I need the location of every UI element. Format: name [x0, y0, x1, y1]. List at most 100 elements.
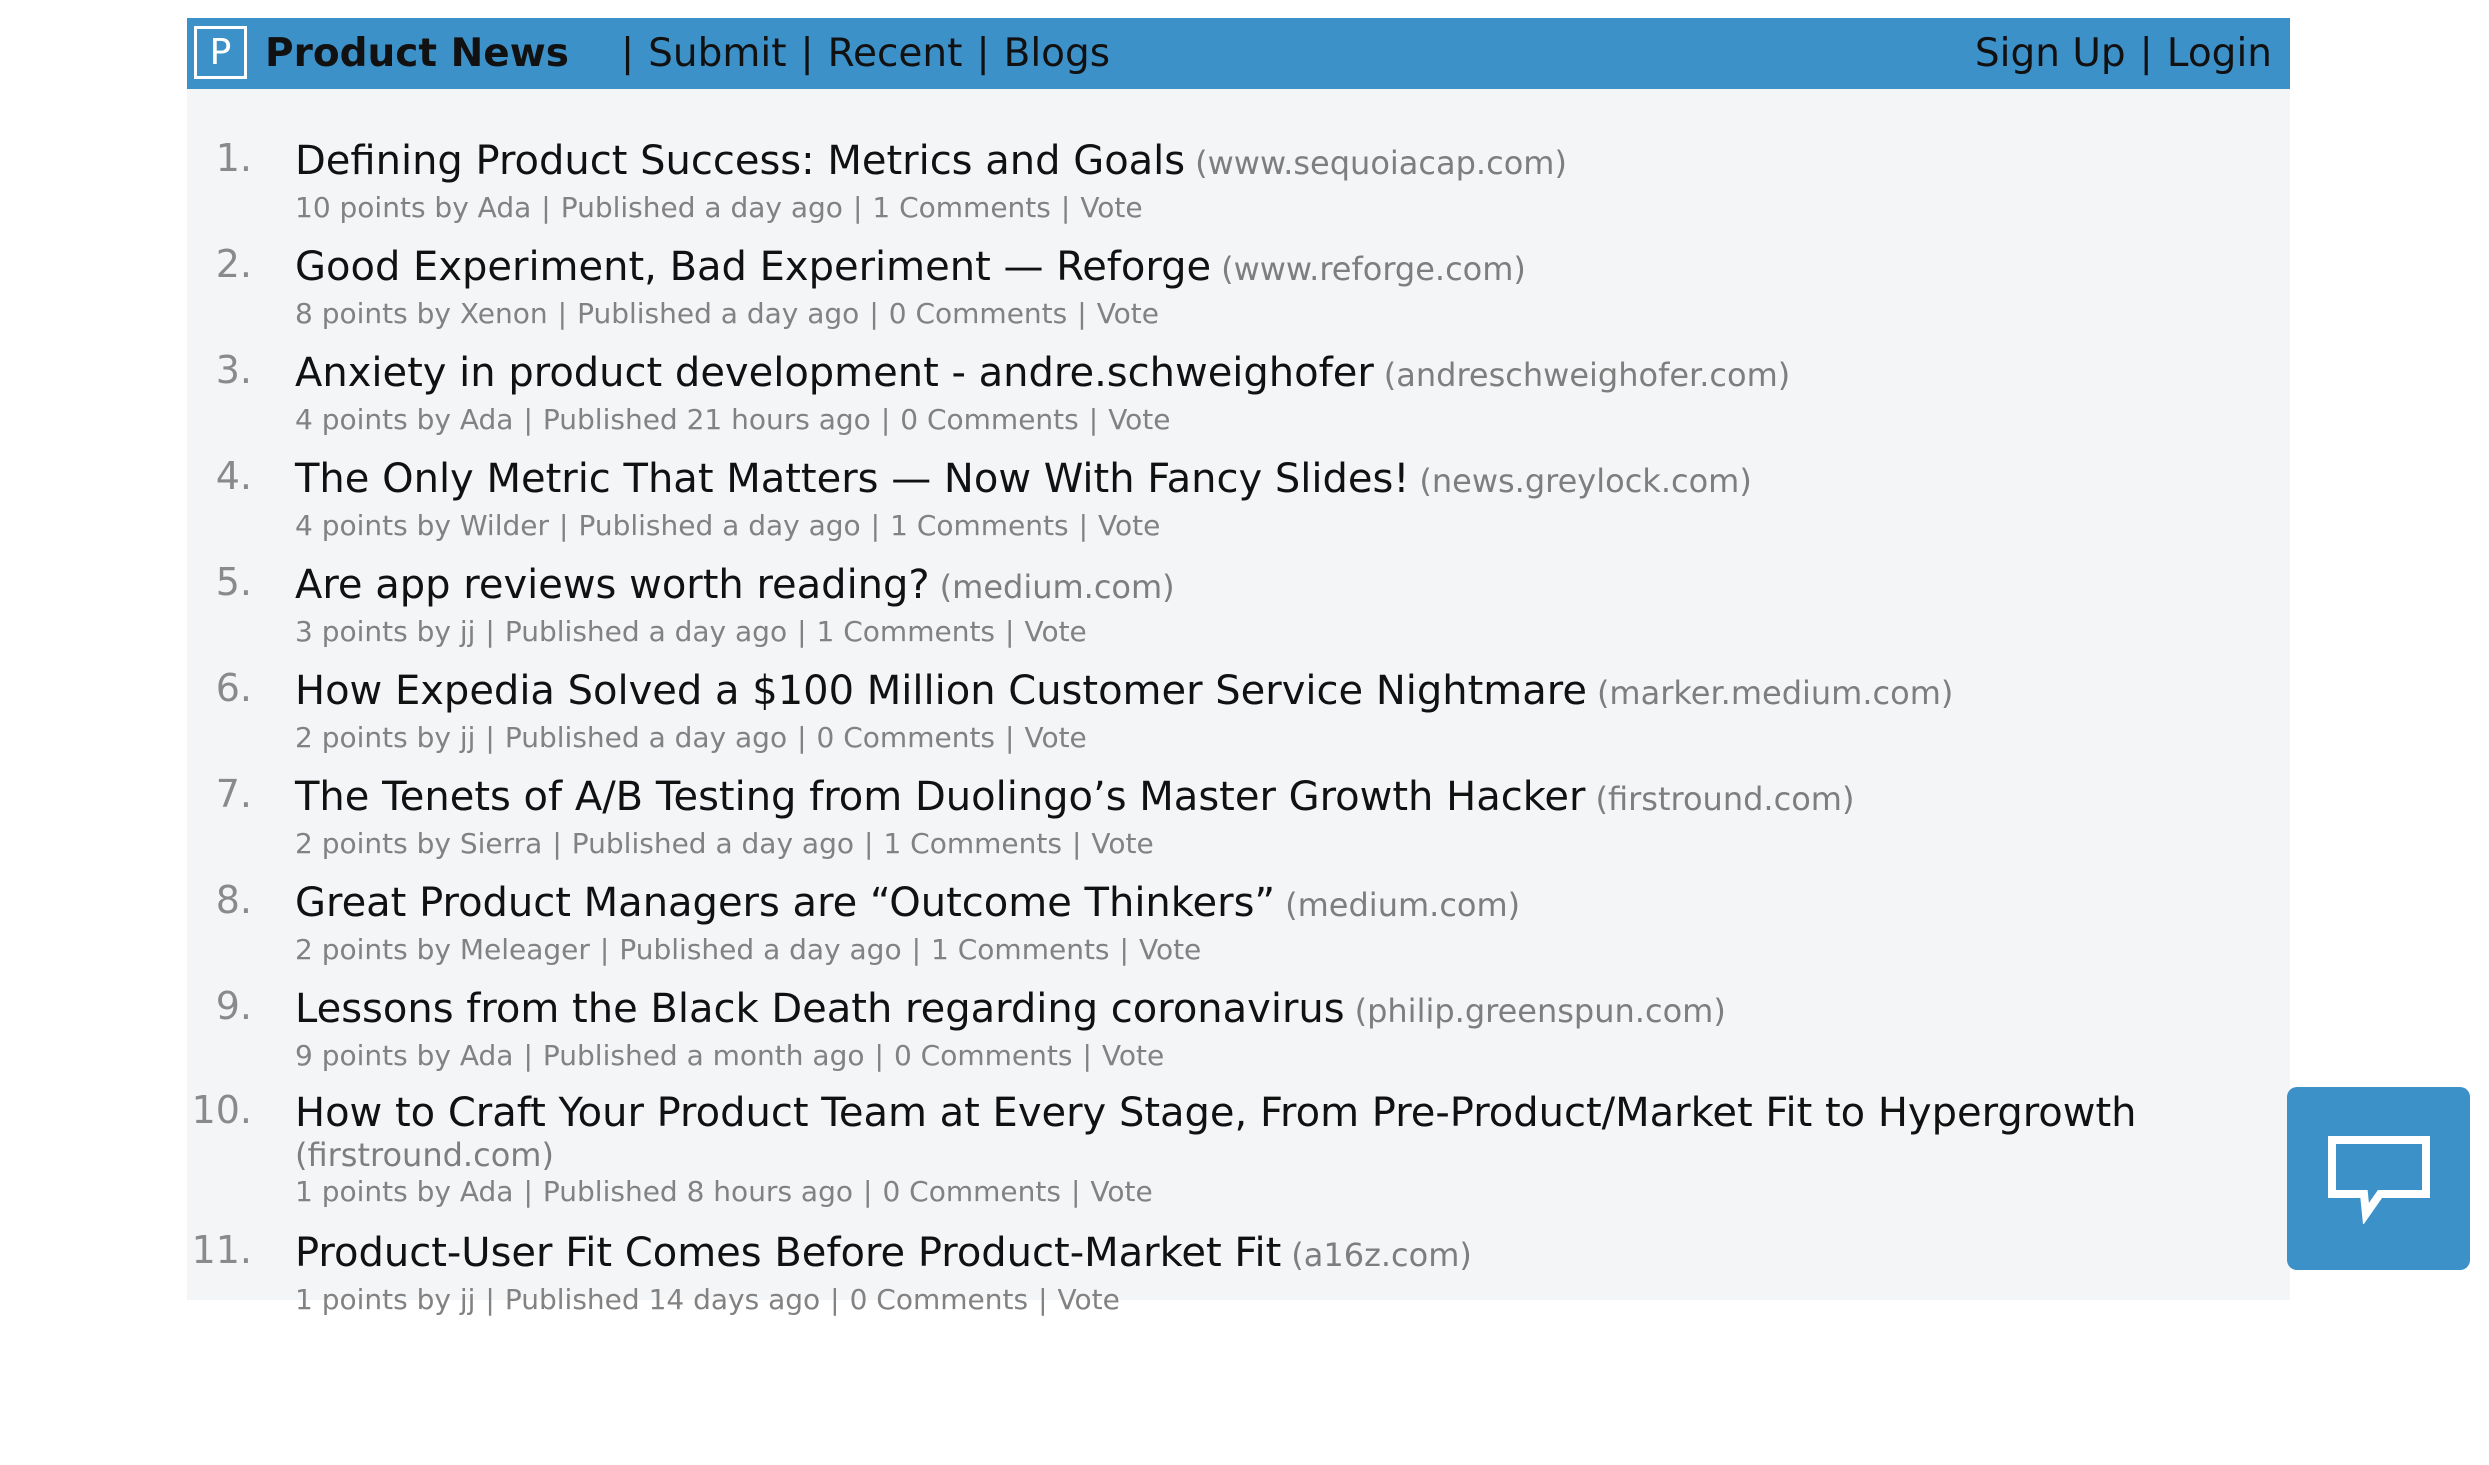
story-domain[interactable]: (www.sequoiacap.com) — [1195, 144, 1567, 182]
story-vote-link[interactable]: Vote — [1080, 191, 1142, 224]
meta-separator: | — [1078, 509, 1089, 542]
story-vote-link[interactable]: Vote — [1139, 933, 1201, 966]
meta-separator: | — [1077, 297, 1087, 330]
story-domain[interactable]: (www.reforge.com) — [1221, 250, 1526, 288]
chat-widget-button[interactable] — [2287, 1087, 2470, 1270]
nav-login[interactable]: Login — [2167, 31, 2272, 76]
nav-sign-up[interactable]: Sign Up — [1975, 31, 2126, 76]
meta-separator: | — [797, 721, 807, 754]
nav-separator: | — [2139, 31, 2153, 76]
logo-icon[interactable]: P — [194, 26, 247, 79]
story-rank: 4. — [215, 454, 252, 498]
nav-separator: | — [976, 31, 990, 76]
nav-blogs[interactable]: Blogs — [1004, 31, 1111, 76]
meta-separator: | — [485, 615, 495, 648]
meta-separator: | — [864, 827, 874, 860]
story-title-link[interactable]: Good Experiment, Bad Experiment — Reforg… — [295, 244, 1211, 290]
story-comments-link[interactable]: 0 Comments — [900, 403, 1079, 436]
story-title-link[interactable]: The Only Metric That Matters — Now With … — [295, 456, 1409, 502]
story-title-link[interactable]: Great Product Managers are “Outcome Thin… — [295, 880, 1275, 926]
story-points: 9 points by Ada — [295, 1039, 514, 1072]
story-vote-link[interactable]: Vote — [1097, 297, 1159, 330]
story-published: Published a day ago — [578, 509, 861, 542]
story-title-link[interactable]: How Expedia Solved a $100 Million Custom… — [295, 668, 1587, 714]
nav-separator: | — [621, 31, 635, 76]
meta-separator: | — [1071, 827, 1082, 860]
story-comments-link[interactable]: 1 Comments — [931, 933, 1110, 966]
story-comments-link[interactable]: 0 Comments — [882, 1175, 1061, 1208]
meta-separator: | — [863, 1175, 873, 1208]
story-comments-link[interactable]: 1 Comments — [872, 191, 1051, 224]
story-rank: 3. — [215, 348, 252, 392]
meta-separator: | — [870, 509, 881, 542]
story-comments-link[interactable]: 0 Comments — [817, 721, 996, 754]
story-title-link[interactable]: Are app reviews worth reading? — [295, 562, 930, 608]
meta-separator: | — [552, 827, 562, 860]
story-points: 2 points by Sierra — [295, 827, 543, 860]
story-points: 4 points by Wilder — [295, 509, 549, 542]
story-vote-link[interactable]: Vote — [1024, 721, 1086, 754]
story-domain[interactable]: (medium.com) — [940, 568, 1175, 606]
meta-separator: | — [523, 403, 533, 436]
story-published: Published a day ago — [560, 191, 843, 224]
story-comments-link[interactable]: 0 Comments — [850, 1283, 1029, 1316]
story-vote-link[interactable]: Vote — [1091, 827, 1153, 860]
meta-separator: | — [797, 615, 807, 648]
story-rank: 10. — [191, 1088, 252, 1132]
story-domain[interactable]: (firstround.com) — [295, 1138, 2375, 1172]
story-comments-link[interactable]: 1 Comments — [883, 827, 1062, 860]
nav-recent[interactable]: Recent — [828, 31, 963, 76]
story-rank: 9. — [215, 984, 252, 1028]
meta-separator: | — [874, 1039, 884, 1072]
meta-separator: | — [559, 509, 569, 542]
story-vote-link[interactable]: Vote — [1098, 509, 1160, 542]
chat-bubble-icon — [2327, 1135, 2430, 1224]
story-vote-link[interactable]: Vote — [1090, 1175, 1152, 1208]
meta-separator: | — [523, 1039, 533, 1072]
meta-separator: | — [599, 933, 610, 966]
story-domain[interactable]: (marker.medium.com) — [1597, 674, 1953, 712]
story-title-link[interactable]: The Tenets of A/B Testing from Duolingo’… — [295, 774, 1586, 820]
story-rank: 8. — [215, 878, 252, 922]
story-title-link[interactable]: How to Craft Your Product Team at Every … — [295, 1090, 2137, 1136]
story-domain[interactable]: (news.greylock.com) — [1419, 462, 1751, 500]
meta-separator: | — [1088, 403, 1099, 436]
story-points: 4 points by Ada — [295, 403, 514, 436]
story-title-link[interactable]: Anxiety in product development - andre.s… — [295, 350, 1374, 396]
story-comments-link[interactable]: 0 Comments — [889, 297, 1068, 330]
story-title-link[interactable]: Defining Product Success: Metrics and Go… — [295, 138, 1185, 184]
story-published: Published 8 hours ago — [542, 1175, 853, 1208]
story-points: 10 points by Ada — [295, 191, 532, 224]
nav-separator: | — [800, 31, 814, 76]
story-comments-link[interactable]: 1 Comments — [817, 615, 996, 648]
story-vote-link[interactable]: Vote — [1102, 1039, 1164, 1072]
story-comments-link[interactable]: 1 Comments — [890, 509, 1069, 542]
meta-separator: | — [1060, 191, 1071, 224]
story-published: Published 21 hours ago — [542, 403, 871, 436]
meta-separator: | — [1070, 1175, 1081, 1208]
story-domain[interactable]: (a16z.com) — [1291, 1236, 1472, 1274]
meta-separator: | — [1005, 721, 1015, 754]
story-vote-link[interactable]: Vote — [1024, 615, 1086, 648]
story-published: Published a day ago — [619, 933, 902, 966]
story-title-link[interactable]: Lessons from the Black Death regarding c… — [295, 986, 1345, 1032]
story-rank: 5. — [215, 560, 252, 604]
story-comments-link[interactable]: 0 Comments — [894, 1039, 1073, 1072]
story-vote-link[interactable]: Vote — [1058, 1283, 1120, 1316]
story-title-link[interactable]: Product-User Fit Comes Before Product-Ma… — [295, 1230, 1281, 1276]
meta-separator: | — [911, 933, 922, 966]
story-domain[interactable]: (philip.greenspun.com) — [1355, 992, 1726, 1030]
page-container: P Product News | Submit | Recent | Blogs Sign… — [187, 18, 2290, 1316]
nav-submit[interactable]: Submit — [648, 31, 786, 76]
meta-separator: | — [869, 297, 879, 330]
story-vote-link[interactable]: Vote — [1108, 403, 1170, 436]
story-domain[interactable]: (andreschweighofer.com) — [1384, 356, 1790, 394]
meta-separator: | — [485, 721, 495, 754]
story-domain[interactable]: (medium.com) — [1285, 886, 1520, 924]
story-points: 1 points by Ada — [295, 1175, 514, 1208]
brand-link[interactable]: Product News — [265, 18, 569, 89]
meta-separator: | — [557, 297, 568, 330]
story-points: 2 points by jj — [295, 721, 476, 754]
story-published: Published a day ago — [571, 827, 854, 860]
story-domain[interactable]: (firstround.com) — [1596, 780, 1855, 818]
